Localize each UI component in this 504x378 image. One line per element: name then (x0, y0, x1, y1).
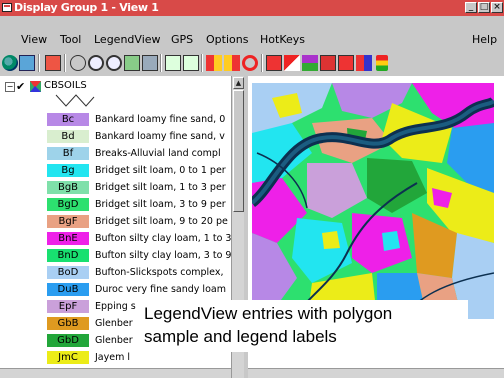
zoom-out-icon[interactable] (106, 55, 122, 71)
legend-swatch: BnD (47, 249, 89, 262)
scroll-thumb[interactable] (233, 90, 244, 212)
close-button[interactable]: × (491, 2, 503, 13)
legend-swatch: Bg (47, 164, 89, 177)
collapse-icon[interactable]: − (5, 82, 15, 92)
legend-label: Bufton silty clay loam, 3 to 9 (95, 250, 232, 261)
print-icon[interactable] (356, 55, 372, 71)
edit-icon[interactable] (302, 55, 318, 71)
globe-icon[interactable] (2, 55, 18, 71)
legend-label: Glenber (95, 318, 133, 329)
window-menu-icon[interactable] (2, 3, 12, 12)
traffic-light-icon[interactable] (376, 55, 388, 71)
menu-bar: View Tool LegendView GPS Options HotKeys… (0, 30, 504, 50)
legend-swatch: BoD (47, 266, 89, 279)
layout-icon[interactable] (338, 55, 354, 71)
pointer-icon[interactable] (284, 55, 300, 71)
menu-help[interactable]: Help (472, 33, 497, 46)
table-icon[interactable] (320, 55, 336, 71)
legend-swatch: Bc (47, 113, 89, 126)
toolbar-separator (38, 54, 40, 72)
line-sample-icon (55, 94, 95, 107)
visibility-checkbox[interactable]: ✔ (16, 80, 25, 93)
toolbar-separator (201, 54, 203, 72)
menu-hotkeys[interactable]: HotKeys (260, 33, 305, 46)
legend-swatch: Bf (47, 147, 89, 160)
legend-label: Bridget silt loam, 1 to 3 per (95, 182, 226, 193)
toolbar-separator (64, 54, 66, 72)
redraw-icon[interactable] (142, 55, 158, 71)
toolbar-separator (160, 54, 162, 72)
stop-icon[interactable] (242, 55, 258, 71)
menu-legendview[interactable]: LegendView (94, 33, 161, 46)
menu-tool[interactable]: Tool (60, 33, 81, 46)
next-view-icon[interactable] (224, 55, 240, 71)
application-window: Display Group 1 - View 1 _ □ × View Tool… (0, 0, 504, 378)
legend-label: Bankard loamy fine sand, 0 (95, 114, 226, 125)
legend-label: Bufton silty clay loam, 1 to 3 (95, 233, 232, 244)
view-icon[interactable] (19, 55, 35, 71)
legend-swatch: DuB (47, 283, 89, 296)
zoom-in-icon[interactable] (88, 55, 104, 71)
toolbar-separator (261, 54, 263, 72)
legend-label: Jayem l (95, 352, 131, 363)
caption-line-1: LegendView entries with polygon (144, 304, 393, 323)
legend-label: Bridget silt loam, 9 to 20 pe (95, 216, 228, 227)
map-horizontal-scrollbar[interactable] (248, 368, 504, 378)
menu-gps[interactable]: GPS (171, 33, 193, 46)
legend-swatch: BgF (47, 215, 89, 228)
window-title: Display Group 1 - View 1 (14, 1, 159, 14)
legend-swatch: GbB (47, 317, 89, 330)
legend-swatch: EpF (47, 300, 89, 313)
minimize-button[interactable]: _ (465, 2, 477, 13)
legend-label: Bankard loamy fine sand, v (95, 131, 225, 142)
toolbar (0, 53, 504, 73)
title-bar[interactable]: Display Group 1 - View 1 _ □ × (0, 0, 504, 16)
soil-map[interactable] (252, 83, 494, 319)
scroll-up-button[interactable]: ▲ (233, 77, 244, 89)
legend-label: Bufton-Slickspots complex, (95, 267, 224, 278)
legend-swatch: GbD (47, 334, 89, 347)
legend-swatch: BgD (47, 198, 89, 211)
find-icon[interactable] (266, 55, 282, 71)
legend-swatch: BnE (47, 232, 89, 245)
legend-label: Bridget silt loam, 3 to 9 per (95, 199, 226, 210)
previous-view-icon[interactable] (206, 55, 222, 71)
pan-icon[interactable] (70, 55, 86, 71)
legend-label: Glenber (95, 335, 133, 346)
full-extent-icon[interactable] (124, 55, 140, 71)
legend-label: Bridget silt loam, 0 to 1 per (95, 165, 226, 176)
legend-label: Duroc very fine sandy loam (95, 284, 226, 295)
select-icon[interactable] (165, 55, 181, 71)
legend-label: Breaks-Alluvial land compl (95, 148, 221, 159)
legend-horizontal-scrollbar[interactable] (0, 368, 231, 378)
polygon-layer-icon (30, 81, 41, 92)
menu-options[interactable]: Options (206, 33, 248, 46)
measure-icon[interactable] (183, 55, 199, 71)
menu-view[interactable]: View (21, 33, 47, 46)
caption-callout: LegendView entries with polygon sample a… (136, 300, 468, 352)
caption-line-2: sample and legend labels (144, 327, 337, 346)
legend-swatch: Bd (47, 130, 89, 143)
legend-swatch: BgB (47, 181, 89, 194)
add-layer-icon[interactable] (45, 55, 61, 71)
maximize-button[interactable]: □ (478, 2, 490, 13)
legend-swatch: JmC (47, 351, 89, 364)
layer-name: CBSOILS (44, 80, 87, 91)
